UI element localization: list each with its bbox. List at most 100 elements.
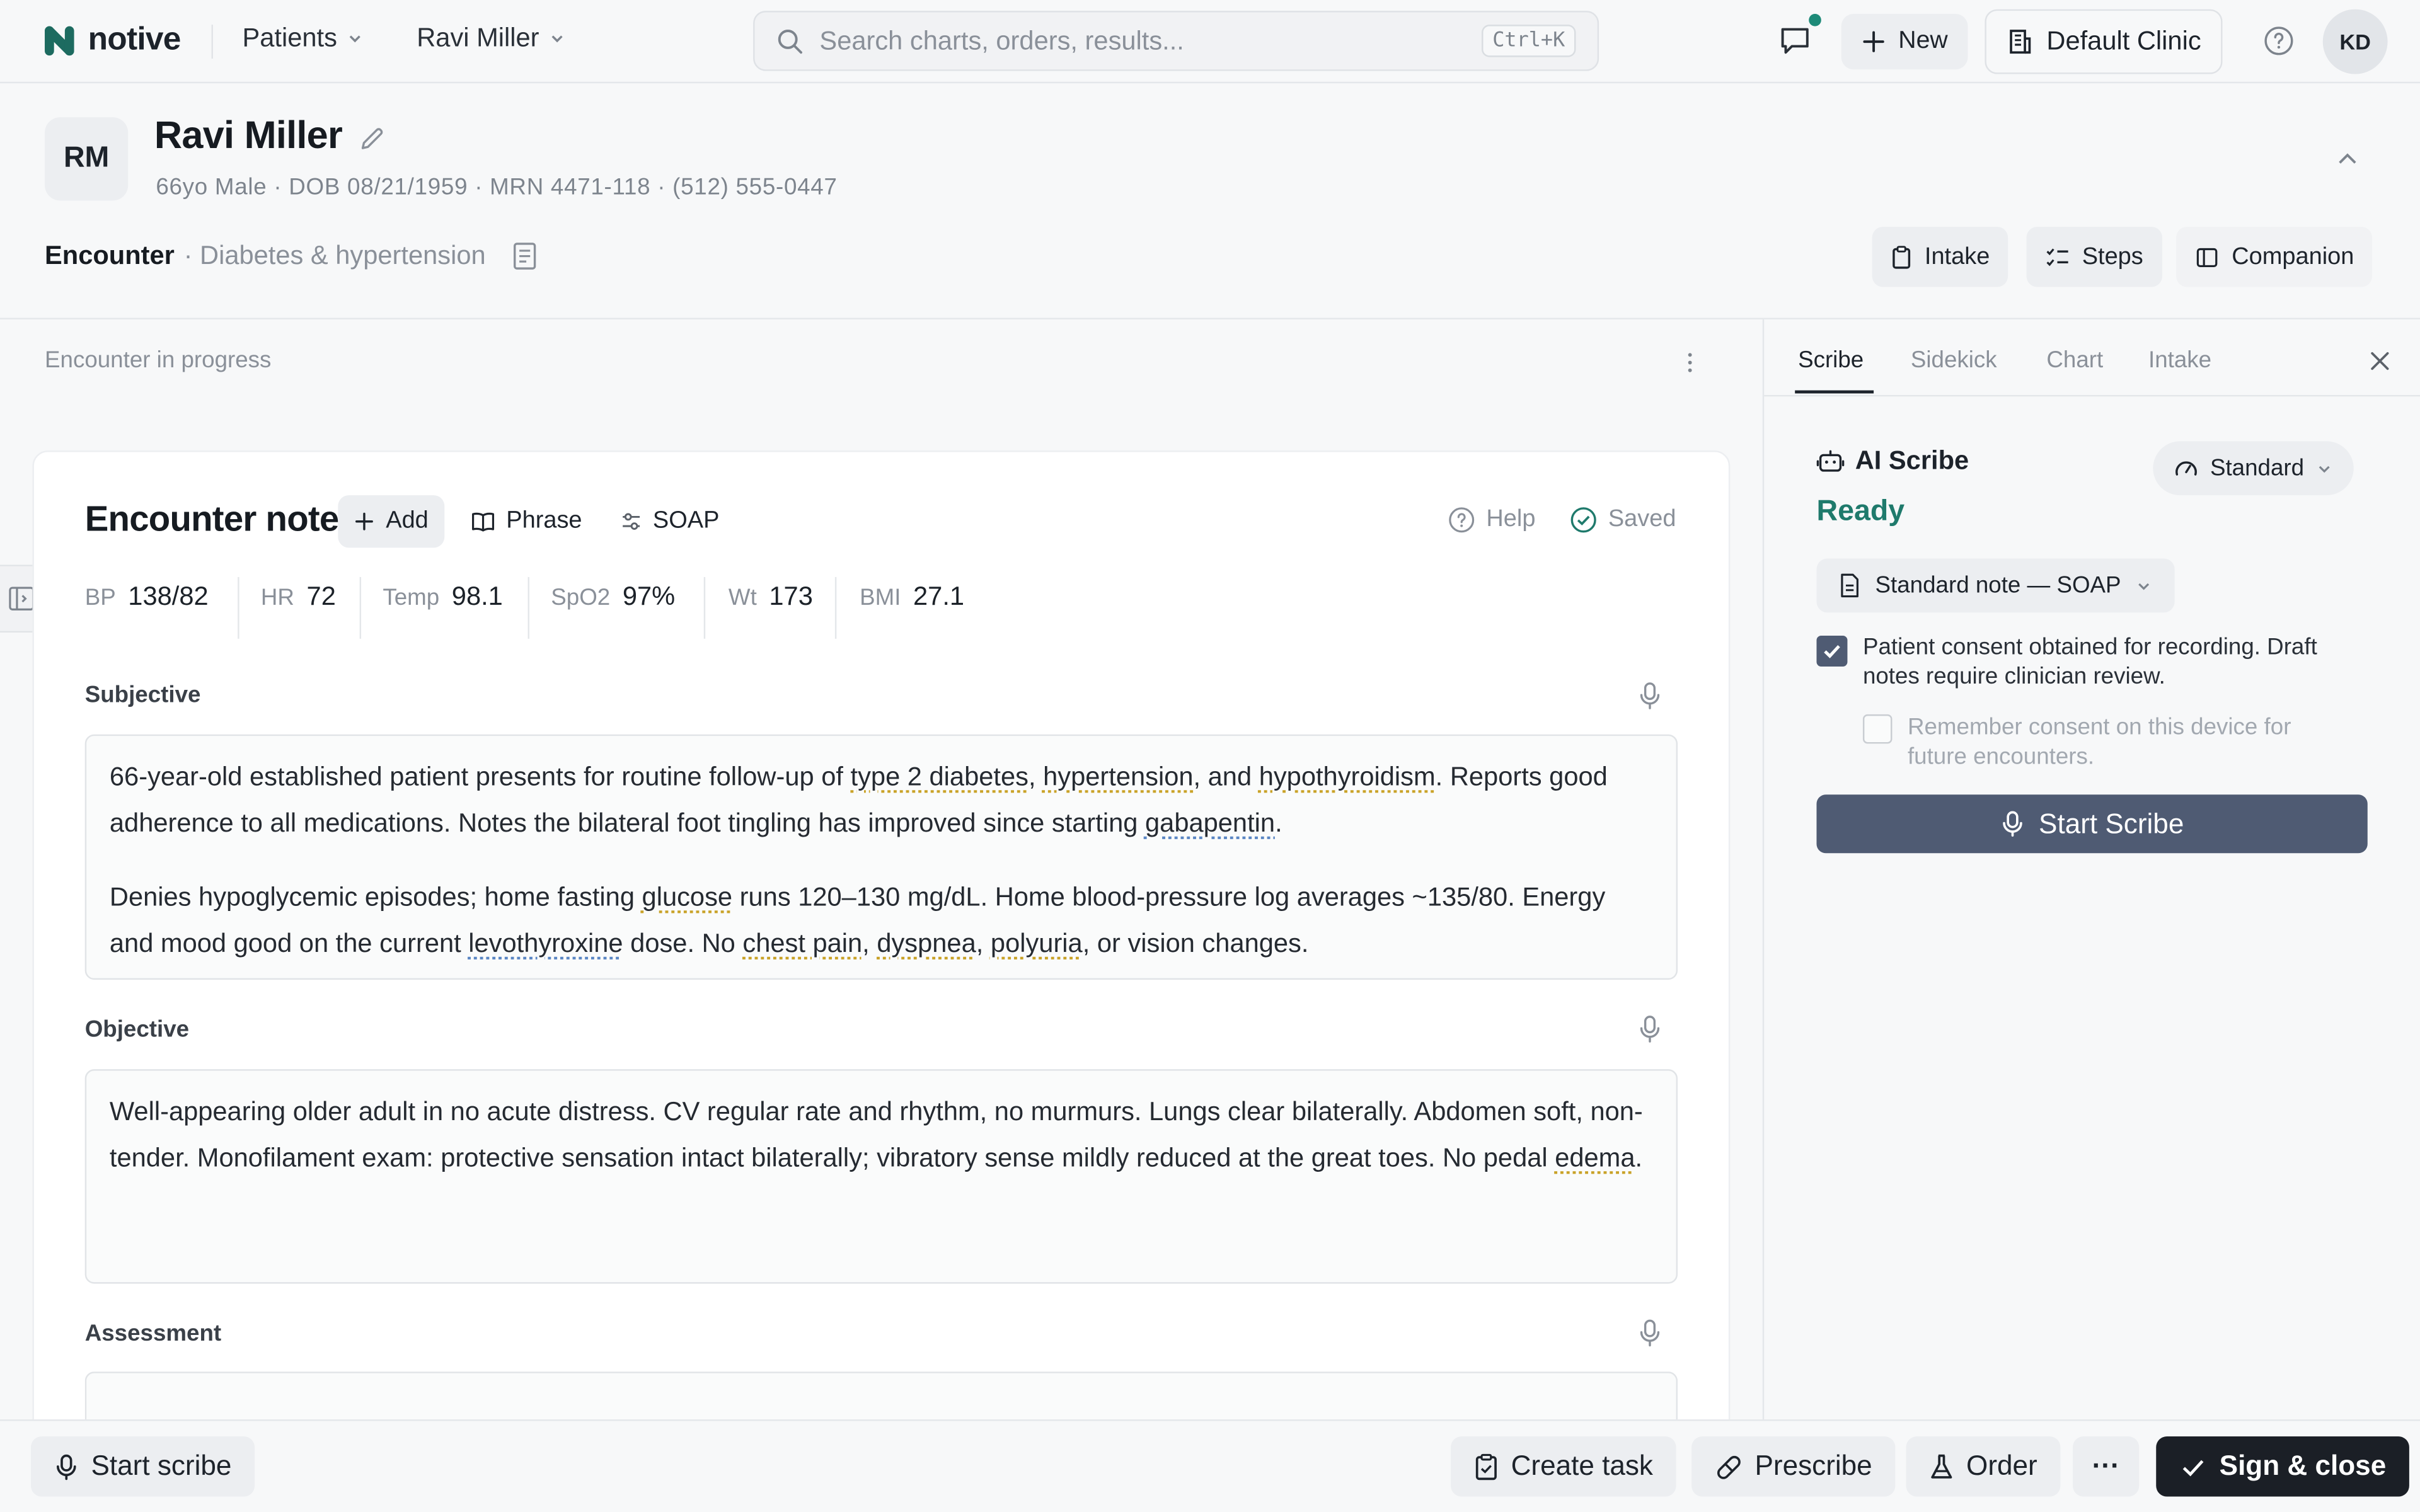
add-button[interactable]: Add — [338, 495, 444, 548]
sliders-icon — [620, 511, 642, 532]
vital-value: 27.1 — [913, 581, 965, 611]
sidebar-expand-icon — [8, 585, 35, 612]
active-tab-indicator — [1795, 390, 1874, 394]
plus-icon — [1861, 30, 1886, 54]
pencil-icon — [357, 123, 388, 154]
dictate-assessment-button[interactable] — [1636, 1317, 1664, 1348]
intake-button-label: Intake — [1924, 243, 1990, 270]
tab-sidekick[interactable]: Sidekick — [1911, 347, 1997, 374]
medication-term[interactable]: levothyroxine — [468, 928, 623, 958]
note-help-button[interactable]: Help — [1448, 506, 1535, 534]
flagged-term[interactable]: hypertension — [1043, 762, 1193, 792]
new-button[interactable]: New — [1841, 14, 1968, 70]
chevron-down-icon — [2135, 576, 2153, 595]
objective-paragraph: Well-appearing older adult in no acute d… — [110, 1089, 1653, 1180]
chevron-down-icon — [548, 30, 567, 48]
companion-button[interactable]: Companion — [2176, 227, 2373, 287]
create-task-label: Create task — [1511, 1450, 1653, 1482]
vital-divider — [834, 576, 837, 639]
vital-label: Temp — [383, 585, 440, 611]
flagged-term[interactable]: edema — [1555, 1142, 1635, 1172]
encounter-notes-button[interactable] — [510, 241, 538, 272]
vital-bmi: BMI 27.1 — [860, 581, 964, 612]
soap-button[interactable]: SOAP — [605, 495, 735, 547]
vital-spo2: SpO2 97% — [551, 581, 675, 612]
ai-scribe-title-label: AI Scribe — [1855, 445, 1969, 476]
scribe-mode-select[interactable]: Standard — [2153, 441, 2354, 496]
subjective-textarea[interactable]: 66-year-old established patient presents… — [84, 734, 1678, 980]
vital-divider — [703, 576, 706, 639]
objective-textarea[interactable]: Well-appearing older adult in no acute d… — [84, 1069, 1678, 1284]
patients-dropdown-label: Patients — [242, 23, 337, 53]
vital-label: BP — [84, 585, 116, 611]
note-template-label: Standard note — SOAP — [1875, 572, 2121, 599]
vital-value: 173 — [769, 581, 813, 611]
dictate-objective-button[interactable] — [1636, 1014, 1664, 1045]
medication-term[interactable]: gabapentin — [1145, 808, 1275, 837]
text-run: , — [1028, 762, 1044, 792]
text-run: dose. No — [623, 928, 743, 958]
patient-name: Ravi Miller — [154, 114, 343, 158]
encounter-status: Encounter in progress — [45, 347, 272, 374]
footer-start-scribe-label: Start scribe — [91, 1450, 232, 1482]
sign-close-button[interactable]: Sign & close — [2156, 1436, 2409, 1497]
collapse-header-button[interactable] — [2334, 145, 2361, 173]
edit-patient-button[interactable] — [357, 123, 388, 154]
tab-chart[interactable]: Chart — [2046, 347, 2103, 374]
more-vertical-icon — [1676, 348, 1704, 376]
flagged-term[interactable]: polyuria — [991, 928, 1083, 958]
more-actions-button[interactable]: ··· — [2073, 1436, 2140, 1497]
soap-button-label: SOAP — [652, 507, 720, 534]
vital-divider — [238, 576, 239, 639]
vital-value: 98.1 — [451, 581, 503, 611]
text-run: . — [1275, 808, 1282, 837]
start-scribe-button[interactable]: Start Scribe — [1816, 794, 2368, 854]
phrase-button[interactable]: Phrase — [455, 495, 597, 547]
prescribe-button[interactable]: Prescribe — [1691, 1436, 1896, 1497]
flagged-term[interactable]: type 2 diabetes — [851, 762, 1028, 792]
flagged-term[interactable]: chest pain — [742, 928, 862, 958]
vital-value: 97% — [622, 581, 676, 611]
robot-icon — [1816, 447, 1845, 475]
help-button[interactable] — [2262, 25, 2295, 57]
steps-button[interactable]: Steps — [2026, 227, 2162, 287]
tab-intake[interactable]: Intake — [2148, 347, 2211, 374]
building-icon — [2007, 28, 2034, 55]
microphone-icon — [1636, 1014, 1664, 1045]
global-search[interactable]: Search charts, orders, results... Ctrl+K — [753, 11, 1599, 71]
dictate-subjective-button[interactable] — [1636, 680, 1664, 711]
brand-logo[interactable]: notive — [43, 21, 181, 59]
more-actions-label: ··· — [2092, 1450, 2120, 1482]
patients-dropdown[interactable]: Patients — [242, 23, 365, 54]
assessment-textarea[interactable] — [84, 1372, 1678, 1420]
search-input[interactable]: Search charts, orders, results... — [819, 25, 1466, 56]
vital-label: SpO2 — [551, 585, 611, 611]
note-template-select[interactable]: Standard note — SOAP — [1816, 558, 2175, 613]
panel-tabs-divider — [1764, 394, 2420, 397]
subjective-paragraph: 66-year-old established patient presents… — [110, 755, 1653, 845]
add-button-label: Add — [386, 507, 429, 534]
flagged-term[interactable]: glucose — [642, 883, 733, 912]
clinic-selector[interactable]: Default Clinic — [1985, 9, 2223, 74]
encounter-menu-button[interactable] — [1676, 348, 1704, 376]
microphone-icon — [54, 1453, 79, 1480]
check-icon — [2179, 1453, 2207, 1480]
close-panel-button[interactable] — [2368, 348, 2392, 373]
user-avatar[interactable]: KD — [2322, 9, 2388, 74]
consent-checkbox[interactable] — [1816, 635, 1848, 667]
checklist-icon — [2045, 246, 2070, 268]
tab-scribe[interactable]: Scribe — [1798, 347, 1864, 374]
order-button[interactable]: Order — [1906, 1436, 2061, 1497]
notification-dot — [1809, 14, 1821, 26]
intake-button[interactable]: Intake — [1872, 227, 2008, 287]
document-icon — [1838, 573, 1862, 599]
create-task-button[interactable]: Create task — [1451, 1436, 1676, 1497]
search-icon — [776, 27, 804, 55]
flagged-term[interactable]: dyspnea — [877, 928, 976, 958]
footer-start-scribe-button[interactable]: Start scribe — [30, 1436, 255, 1497]
flagged-term[interactable]: hypothyroidism — [1259, 762, 1436, 792]
text-run: , — [862, 928, 877, 958]
messages-button[interactable] — [1778, 14, 1821, 60]
remember-consent-checkbox[interactable] — [1862, 714, 1893, 744]
patient-context-dropdown[interactable]: Ravi Miller — [417, 23, 567, 54]
